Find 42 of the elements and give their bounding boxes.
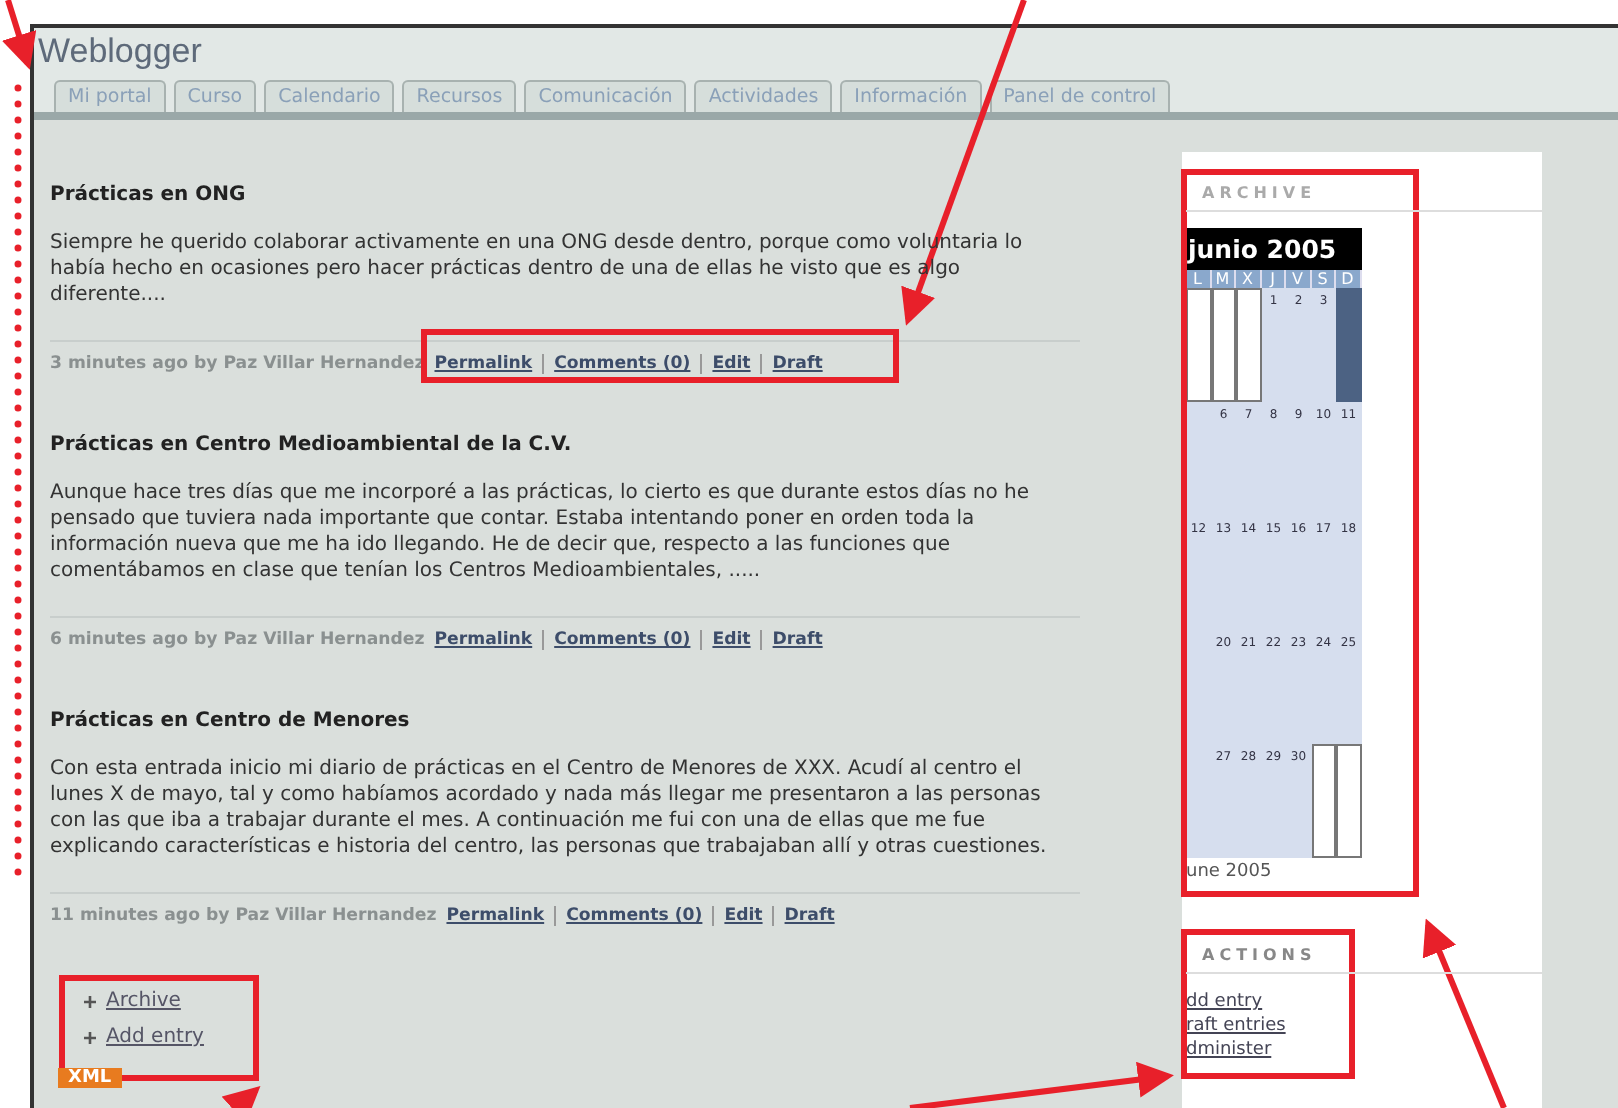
post-meta: 3 minutes ago by Paz Villar Hernandez xyxy=(50,354,425,374)
action-link[interactable]: raft entries xyxy=(1186,1014,1542,1038)
weekday-label: D xyxy=(1336,270,1361,288)
calendar-month: junio 2005 xyxy=(1186,228,1362,270)
footer-link[interactable]: Add entry xyxy=(106,1026,204,1048)
post-link[interactable]: Edit xyxy=(700,630,751,650)
post-title: Prácticas en ONG xyxy=(50,184,248,206)
sidebar-heading: ARCHIVE xyxy=(1186,176,1542,212)
post-link[interactable]: Edit xyxy=(712,906,763,926)
post-meta: 11 minutes ago by Paz Villar Hernandez xyxy=(50,906,437,926)
post-text: Con esta entrada inicio mi diario de prácticas en el Centro de Menores de XXX. Acudí al centro el lunes X de mayo, tal y como habíamos acordado y nada más llegar me presentaron a las personas con las que iba a trabajar durante el mes. A continuación me fui con una de ellas que me fue explicando características e historia del centro, las personas que trabajaban allí y otras cuestiones. xyxy=(50,756,1049,860)
post-link[interactable]: Draft xyxy=(760,630,823,650)
sidebar-heading: ACTIONS xyxy=(1186,938,1542,974)
post-link[interactable]: Edit xyxy=(700,354,751,374)
weekday-label: V xyxy=(1286,270,1311,288)
weekday-label: M xyxy=(1211,270,1236,288)
action-link[interactable]: dd entry xyxy=(1186,990,1542,1014)
post-link[interactable]: Draft xyxy=(772,906,835,926)
post-link[interactable]: Comments (0) xyxy=(542,354,691,374)
plus-icon xyxy=(82,1029,98,1045)
weekday-label: S xyxy=(1311,270,1336,288)
post-link[interactable]: Permalink xyxy=(446,906,545,926)
post-text: Aunque hace tres días que me incorporé a las prácticas, lo cierto es que durante estos días no he pensado que tuviera nada importante que contar. Estaba intentando poner en orden toda la información nueva que me ha ido llegando. He de decir que, respecto a las funciones que comentábamos en clase que tenían los Centros Medioambientales, ..... xyxy=(50,480,1031,584)
site-title: Weblogger xyxy=(38,32,204,72)
post-link[interactable]: Permalink xyxy=(434,630,533,650)
footer-link[interactable]: Archive xyxy=(106,990,181,1012)
weekday-label: L xyxy=(1186,270,1211,288)
post-link[interactable]: Comments (0) xyxy=(554,906,703,926)
calendar-month-link[interactable]: une 2005 xyxy=(1186,862,1542,882)
empty-day-cell xyxy=(1311,744,1336,858)
post-link[interactable]: Draft xyxy=(760,354,823,374)
plus-icon xyxy=(82,993,98,1009)
post-link[interactable]: Comments (0) xyxy=(542,630,691,650)
post-title: Prácticas en Centro Medioambiental de la C.V. xyxy=(50,434,574,456)
empty-day-cell xyxy=(1336,744,1361,858)
post-meta: 6 minutes ago by Paz Villar Hernandez xyxy=(50,630,425,650)
action-link[interactable]: dminister xyxy=(1186,1038,1542,1062)
weekday-label: J xyxy=(1261,270,1286,288)
post-link[interactable]: Permalink xyxy=(434,354,533,374)
weekday-label: X xyxy=(1236,270,1261,288)
post-title: Prácticas en Centro de Menores xyxy=(50,710,412,732)
marked-day-cell xyxy=(1336,288,1361,402)
